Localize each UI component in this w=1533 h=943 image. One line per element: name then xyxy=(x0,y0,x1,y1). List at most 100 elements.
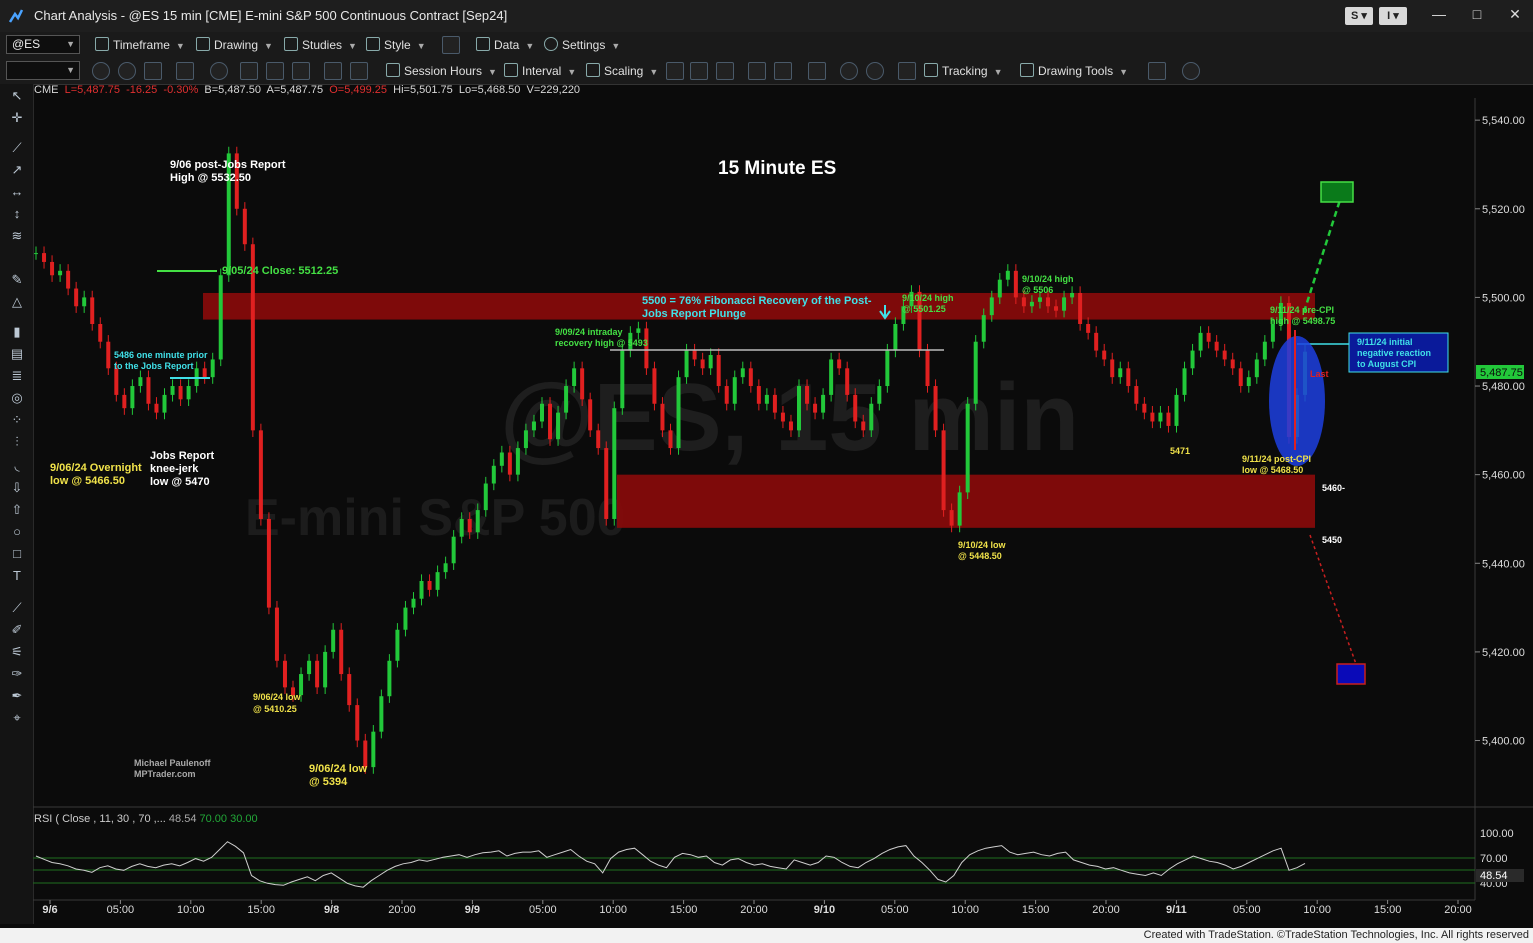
candle-body xyxy=(1126,368,1131,387)
time-tick-label: 15:00 xyxy=(670,904,698,916)
annotation-910-high-a-1: 9/10/24 high xyxy=(902,293,954,303)
candle-body xyxy=(869,403,874,431)
candle-body xyxy=(748,368,753,387)
candle-body xyxy=(1150,412,1155,422)
candle-body xyxy=(676,377,681,449)
candle-body xyxy=(1086,323,1091,333)
candle-body xyxy=(98,323,103,342)
candle-body xyxy=(813,403,818,413)
candle-body xyxy=(515,448,520,475)
candle-body xyxy=(210,359,215,378)
annotation-overnight-low-1: 9/06/24 Overnight xyxy=(50,462,142,474)
candle-body xyxy=(539,403,544,422)
time-tick-label: 05:00 xyxy=(881,904,909,916)
rsi-legend-label: RSI ( Close , 11, 30 , 70 ,... xyxy=(34,813,166,825)
candle-body xyxy=(42,253,47,262)
candle-body xyxy=(331,629,336,652)
annotation-low-5394-1: 9/06/24 low xyxy=(309,763,368,775)
candle-body xyxy=(403,607,408,630)
candle-body xyxy=(981,315,986,342)
candle-body xyxy=(1214,341,1219,351)
candle-body xyxy=(114,368,119,395)
candle-body xyxy=(965,403,970,493)
candle-body xyxy=(323,651,328,688)
candle-body xyxy=(1166,412,1171,426)
candle-body xyxy=(845,368,850,395)
candle-body xyxy=(925,350,930,387)
candle-body xyxy=(949,510,954,526)
candle-body xyxy=(523,430,528,449)
candle-body xyxy=(483,483,488,511)
candle-body xyxy=(788,421,793,431)
candle-body xyxy=(756,386,761,404)
candle-body xyxy=(1021,297,1026,307)
candle-body xyxy=(1062,297,1067,311)
candle-body xyxy=(740,368,745,378)
chart-annotations: 15 Minute ES 9/06 post-Jobs Report High … xyxy=(50,158,1431,788)
candle-body xyxy=(1037,297,1042,302)
candle-body xyxy=(997,279,1002,298)
candle-body xyxy=(1045,297,1050,307)
annotation-kneejerk-2: knee-jerk xyxy=(150,463,199,475)
annotation-prior-close: 9/05/24 Close: 5512.25 xyxy=(222,265,338,277)
candle-body xyxy=(877,386,882,404)
cpi-highlight-ellipse xyxy=(1269,336,1325,466)
candle-body xyxy=(885,350,890,387)
candle-body xyxy=(467,518,472,533)
time-tick-label: 9/11 xyxy=(1166,904,1187,916)
candle-body xyxy=(1230,359,1235,369)
annotation-909-high-2: recovery high @ 5493 xyxy=(555,338,648,348)
watermark-symbol: @ES, 15 min xyxy=(500,364,1079,471)
rsi-legend-value: 48.54 xyxy=(168,813,197,825)
candle-body xyxy=(218,275,223,360)
candle-body xyxy=(1013,270,1018,298)
rsi-legend: RSI ( Close , 11, 30 , 70 ,... 48.54 70.… xyxy=(34,813,258,825)
candle-body xyxy=(580,368,585,400)
candle-body xyxy=(146,377,151,404)
time-tick-label: 10:00 xyxy=(177,904,205,916)
annotation-pre-jobs-2: to the Jobs Report xyxy=(114,361,194,371)
annotation-kneejerk-3: low @ 5470 xyxy=(150,476,210,488)
candle-body xyxy=(716,355,721,387)
candle-body xyxy=(178,386,183,400)
candle-body xyxy=(242,208,247,245)
annotation-low-5394-2: @ 5394 xyxy=(309,776,348,788)
candle-body xyxy=(170,386,175,395)
candle-body xyxy=(411,598,416,608)
candle-body xyxy=(772,394,777,413)
copyright-text: Created with TradeStation. ©TradeStation… xyxy=(1143,929,1529,941)
downside-projection xyxy=(1309,534,1357,665)
annotation-5460: 5460- xyxy=(1322,483,1345,493)
candle-body xyxy=(90,297,95,324)
candle-body xyxy=(692,350,697,360)
annotation-author-2: MPTrader.com xyxy=(134,769,196,779)
candle-body xyxy=(805,386,810,404)
annotation-910-high-b-1: 9/10/24 high xyxy=(1022,274,1074,284)
candle-body xyxy=(1246,377,1251,387)
candle-body xyxy=(564,386,569,413)
candle-body xyxy=(1158,412,1163,422)
candle-body xyxy=(1005,270,1010,280)
time-tick-label: 9/8 xyxy=(324,904,339,916)
candle-body xyxy=(636,328,641,333)
annotation-precpi-2: high @ 5498.75 xyxy=(1270,316,1335,326)
candle-body xyxy=(989,297,994,316)
price-chart[interactable]: @ES, 15 min E-mini S&P 500 5,540.00 5,520… xyxy=(0,0,1533,928)
price-tick-label: 5,480.00 xyxy=(1482,381,1525,393)
price-tick-label: 5,520.00 xyxy=(1482,204,1525,216)
time-tick-label: 9/6 xyxy=(42,904,57,916)
annotation-cpi-3: to August CPI xyxy=(1357,359,1416,369)
candle-body xyxy=(700,359,705,369)
candle-body xyxy=(588,399,593,431)
annotation-fib-2: Jobs Report Plunge xyxy=(642,308,746,320)
candle-body xyxy=(556,412,561,440)
candle-body xyxy=(973,341,978,404)
candle-body xyxy=(893,323,898,351)
candle-body xyxy=(282,660,287,688)
candle-body xyxy=(821,394,826,413)
annotation-postcpi-1: 9/11/24 post-CPI xyxy=(1242,454,1311,464)
candle-body xyxy=(1198,332,1203,351)
candle-body xyxy=(1222,350,1227,360)
candle-body xyxy=(548,403,553,440)
candle-body xyxy=(266,518,271,608)
